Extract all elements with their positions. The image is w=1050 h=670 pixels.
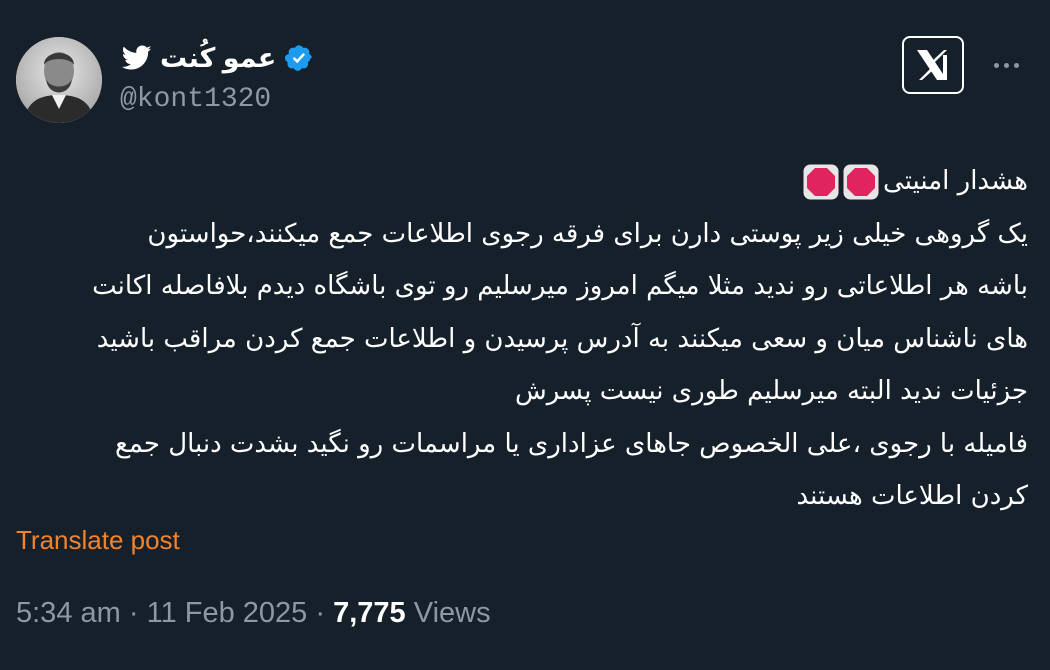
stop-sign-icon <box>803 164 839 199</box>
stop-sign-icon <box>843 164 879 199</box>
author-name-row[interactable]: عمو کُنت <box>122 40 314 76</box>
more-dot <box>1003 62 1009 68</box>
translate-post-link[interactable]: Translate post <box>16 525 180 556</box>
tweet-meta: 5:34 am · 11 Feb 2025 · 7,775 Views <box>16 597 491 630</box>
verified-badge-icon <box>285 45 313 71</box>
more-dot <box>1013 62 1019 68</box>
tweet-line: جزئیات ندید البته میرسلیم طوری نیست پسرش <box>514 376 1028 406</box>
twitter-bird-icon <box>122 45 152 70</box>
x-logo-glyph <box>917 50 947 80</box>
tweet-text: هشدار امنیتی یک گروهی خیلی زیر پوستی دار… <box>14 155 1028 523</box>
avatar-image <box>16 37 102 123</box>
tweet-line-text: هشدار امنیتی <box>883 166 1028 196</box>
tweet-line: کردن اطلاعات هستند <box>796 481 1028 511</box>
author-name: عمو کُنت <box>160 42 277 73</box>
meta-separator: · <box>315 597 326 629</box>
author-handle[interactable]: @kont1320 <box>120 84 271 115</box>
more-dot <box>993 62 999 68</box>
tweet-line: باشه هر اطلاعاتی رو ندید مثلا میگم امروز… <box>92 271 1028 301</box>
views-label: Views <box>413 597 491 629</box>
x-logo-icon[interactable] <box>902 36 964 94</box>
tweet-line: یک گروهی خیلی زیر پوستی دارن برای فرقه ر… <box>147 218 1028 249</box>
tweet-time[interactable]: 5:34 am <box>16 597 121 629</box>
tweet-line: فامیله با رجوی ،علی الخصوص جاهای عزاداری… <box>114 428 1028 459</box>
avatar[interactable] <box>16 37 102 123</box>
tweet-line: های ناشناس میان و سعی میکنند به آدرس پرس… <box>96 323 1028 354</box>
meta-separator: · <box>128 597 139 629</box>
more-options-icon[interactable] <box>986 50 1026 80</box>
tweet-date[interactable]: 11 Feb 2025 <box>147 597 308 629</box>
views-count[interactable]: 7,775 <box>333 597 406 629</box>
tweet-line: هشدار امنیتی <box>14 155 1028 208</box>
